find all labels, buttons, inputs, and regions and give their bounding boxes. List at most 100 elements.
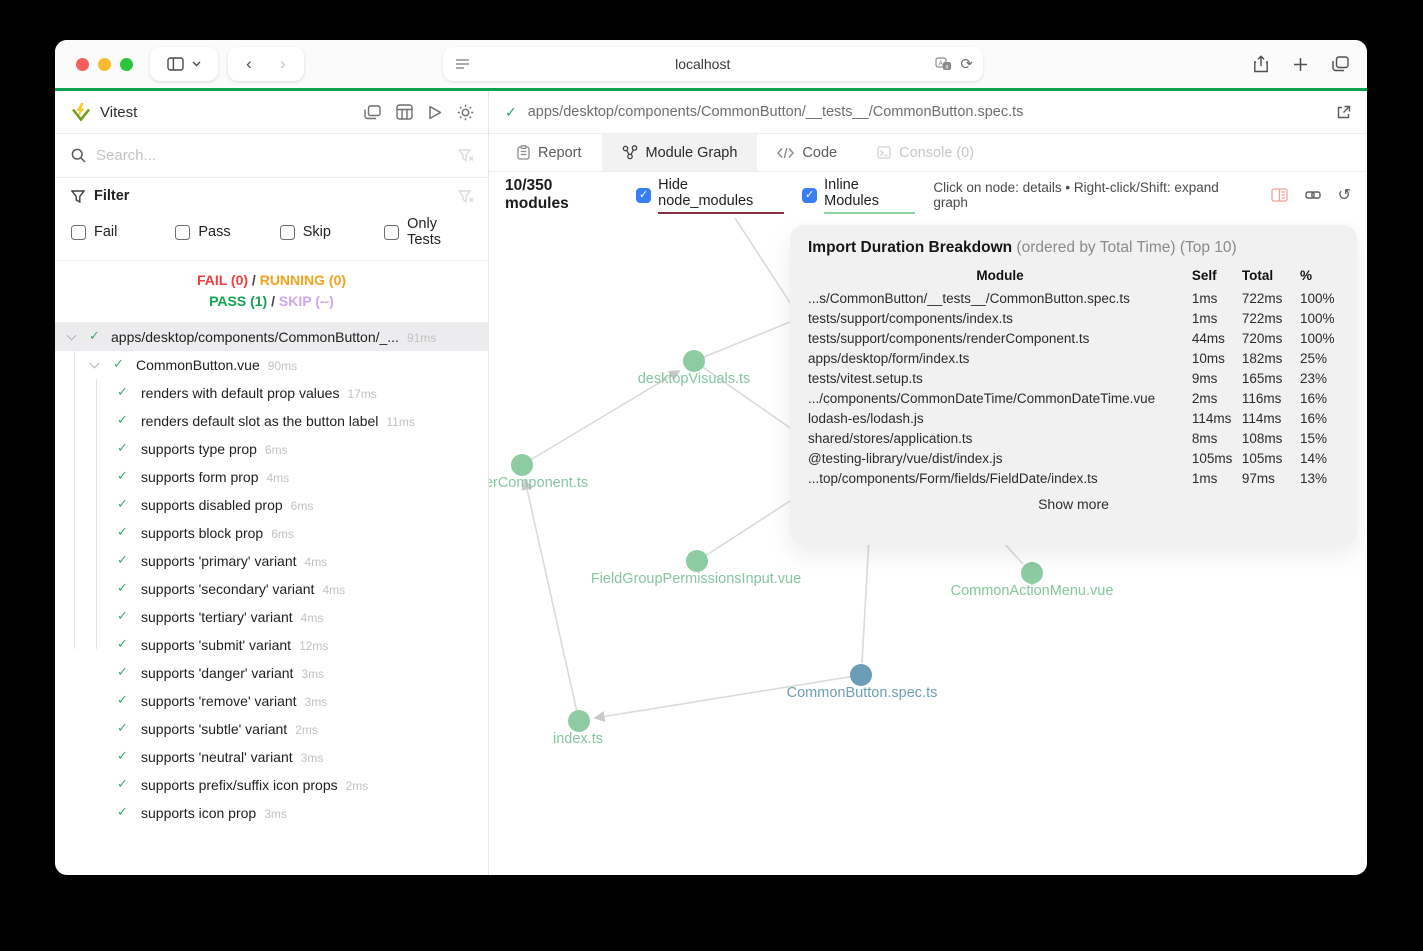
clear-search-filter-icon[interactable]: [458, 149, 474, 162]
tab-overview-icon[interactable]: [1332, 56, 1349, 72]
skip-checkbox[interactable]: [279, 224, 295, 240]
show-more-button[interactable]: Show more: [808, 488, 1339, 512]
test-case-row[interactable]: ✓ supports prefix/suffix icon props 2ms: [55, 771, 488, 799]
test-suite-label: CommonButton.vue: [136, 357, 260, 373]
chevron-down-icon[interactable]: [89, 358, 100, 369]
test-case-label: supports 'danger' variant: [141, 665, 294, 681]
graph-hint: Click on node: details • Right-click/Shi…: [933, 180, 1219, 210]
test-time: 6ms: [264, 443, 288, 457]
search-input[interactable]: [96, 147, 448, 164]
tab-module-graph[interactable]: Module Graph: [601, 134, 758, 171]
zoom-window-button[interactable]: [120, 58, 133, 71]
minimize-window-button[interactable]: [98, 58, 111, 71]
pass-check-icon: ✓: [117, 468, 128, 483]
test-case-row[interactable]: ✓ supports icon prop 3ms: [55, 799, 488, 827]
test-time: 11ms: [386, 415, 415, 429]
graph-node-CommonButton-spec[interactable]: [850, 664, 872, 686]
pass-check-icon: ✓: [117, 636, 128, 651]
test-case-row[interactable]: ✓ supports block prop 6ms: [55, 519, 488, 547]
pass-checkbox[interactable]: [175, 224, 191, 240]
url-text[interactable]: localhost: [470, 56, 935, 72]
checked-checkbox-icon[interactable]: ✓: [636, 187, 652, 203]
fail-checkbox[interactable]: [71, 224, 86, 240]
breakdown-row[interactable]: lodash-es/lodash.js 114ms 114ms 16%: [808, 408, 1339, 428]
graph-node-renderComponent[interactable]: [511, 454, 533, 476]
breakdown-row[interactable]: tests/support/components/renderComponent…: [808, 328, 1339, 348]
tab-report[interactable]: Report: [497, 134, 602, 171]
filter-skip[interactable]: Skip: [279, 224, 384, 240]
tab-code[interactable]: Code: [757, 134, 857, 171]
new-tab-icon[interactable]: [1293, 57, 1308, 72]
only-tests-checkbox[interactable]: [384, 224, 400, 240]
test-case-row[interactable]: ✓ supports 'subtle' variant 2ms: [55, 715, 488, 743]
filter-only-tests[interactable]: Only Tests: [384, 216, 474, 248]
graph-node-FieldGroupPermissionsInput[interactable]: [686, 550, 708, 572]
link-modules-icon[interactable]: [1304, 188, 1321, 202]
open-external-icon[interactable]: [1336, 105, 1351, 120]
filter-fail[interactable]: Fail: [71, 224, 175, 240]
filter-pass[interactable]: Pass: [175, 224, 279, 240]
tab-console[interactable]: Console (0): [857, 134, 994, 171]
breakdown-row[interactable]: shared/stores/application.ts 8ms 108ms 15%: [808, 428, 1339, 448]
test-case-row[interactable]: ✓ supports 'neutral' variant 3ms: [55, 743, 488, 771]
reader-view-icon[interactable]: [455, 58, 470, 71]
test-time: 4ms: [304, 555, 328, 569]
breakdown-row[interactable]: ...top/components/Form/fields/FieldDate/…: [808, 468, 1339, 488]
test-suite-row[interactable]: ✓ CommonButton.vue 90ms: [55, 351, 488, 379]
graph-node-index[interactable]: [568, 710, 590, 732]
test-case-row[interactable]: ✓ supports disabled prop 6ms: [55, 491, 488, 519]
col-pct: %: [1299, 268, 1312, 283]
filter-section: Filter Fail Pass Skip Only Tests: [55, 178, 488, 261]
console-icon: [877, 146, 891, 159]
test-case-row[interactable]: ✓ supports 'remove' variant 3ms: [55, 687, 488, 715]
address-bar[interactable]: localhost Ax ⟳: [443, 47, 983, 81]
pass-count: PASS (1): [209, 293, 268, 309]
graph-node-CommonActionMenu[interactable]: [1021, 562, 1043, 584]
forward-button[interactable]: ›: [266, 54, 300, 74]
test-case-row[interactable]: ✓ supports 'primary' variant 4ms: [55, 547, 488, 575]
test-case-row[interactable]: ✓ supports 'tertiary' variant 4ms: [55, 603, 488, 631]
modules-count: 10/350 modules: [505, 177, 569, 212]
clear-filters-icon[interactable]: [458, 189, 474, 203]
test-case-row[interactable]: ✓ renders default slot as the button labe…: [55, 407, 488, 435]
graph-node-desktopVisuals[interactable]: [683, 350, 705, 372]
reset-graph-icon[interactable]: ↺: [1338, 185, 1351, 205]
test-case-row[interactable]: ✓ supports type prop 6ms: [55, 435, 488, 463]
pass-check-icon: ✓: [117, 720, 128, 735]
breakdown-row[interactable]: tests/support/components/index.ts 1ms 722m…: [808, 308, 1339, 328]
test-case-row[interactable]: ✓ supports form prop 4ms: [55, 463, 488, 491]
test-file-row[interactable]: ✓ apps/desktop/components/CommonButton/_…: [55, 323, 488, 351]
test-case-label: supports 'secondary' variant: [141, 581, 315, 597]
checked-checkbox-icon[interactable]: ✓: [802, 187, 818, 203]
sidebar: Vitest Filter: [55, 91, 489, 875]
test-case-row[interactable]: ✓ supports 'secondary' variant 4ms: [55, 575, 488, 603]
translate-icon[interactable]: Ax: [935, 57, 952, 71]
sidebar-toggle-button[interactable]: [150, 47, 218, 81]
theme-toggle-sun-icon[interactable]: [457, 104, 474, 121]
share-icon[interactable]: [1253, 55, 1269, 73]
reload-icon[interactable]: ⟳: [960, 55, 973, 73]
breakdown-row[interactable]: tests/vitest.setup.ts 9ms 165ms 23%: [808, 368, 1339, 388]
breakdown-row[interactable]: apps/desktop/form/index.ts 10ms 182ms 25%: [808, 348, 1339, 368]
module-graph-canvas[interactable]: renderComponent.ts desktopVisuals.ts Fie…: [489, 218, 1367, 875]
breakdown-row[interactable]: ...s/CommonButton/__tests__/CommonButton…: [808, 288, 1339, 308]
test-case-row[interactable]: ✓ supports 'danger' variant 3ms: [55, 659, 488, 687]
test-time: 3ms: [264, 807, 287, 821]
hide-node-modules-toggle[interactable]: ✓ Hide node_modules: [636, 177, 785, 214]
test-case-label: supports 'submit' variant: [141, 637, 292, 653]
back-button[interactable]: ‹: [232, 54, 266, 74]
breakdown-row[interactable]: .../components/CommonDateTime/CommonDate…: [808, 388, 1339, 408]
breakdown-row[interactable]: @testing-library/vue/dist/index.js 105ms 1…: [808, 448, 1339, 468]
test-case-row[interactable]: ✓ renders with default prop values 17ms: [55, 379, 488, 407]
collapse-tests-icon[interactable]: [364, 104, 381, 120]
test-case-row[interactable]: ✓ supports 'submit' variant 12ms: [55, 631, 488, 659]
report-icon: [517, 145, 530, 160]
pass-check-icon: ✓: [117, 440, 128, 455]
chevron-down-icon[interactable]: [66, 330, 77, 341]
test-time: 2ms: [345, 779, 369, 793]
close-window-button[interactable]: [76, 58, 89, 71]
dashboard-icon[interactable]: [396, 104, 413, 120]
inline-modules-toggle[interactable]: ✓ Inline Modules: [802, 177, 916, 214]
run-all-icon[interactable]: [428, 105, 442, 120]
breakdown-panel-icon[interactable]: [1270, 188, 1288, 202]
